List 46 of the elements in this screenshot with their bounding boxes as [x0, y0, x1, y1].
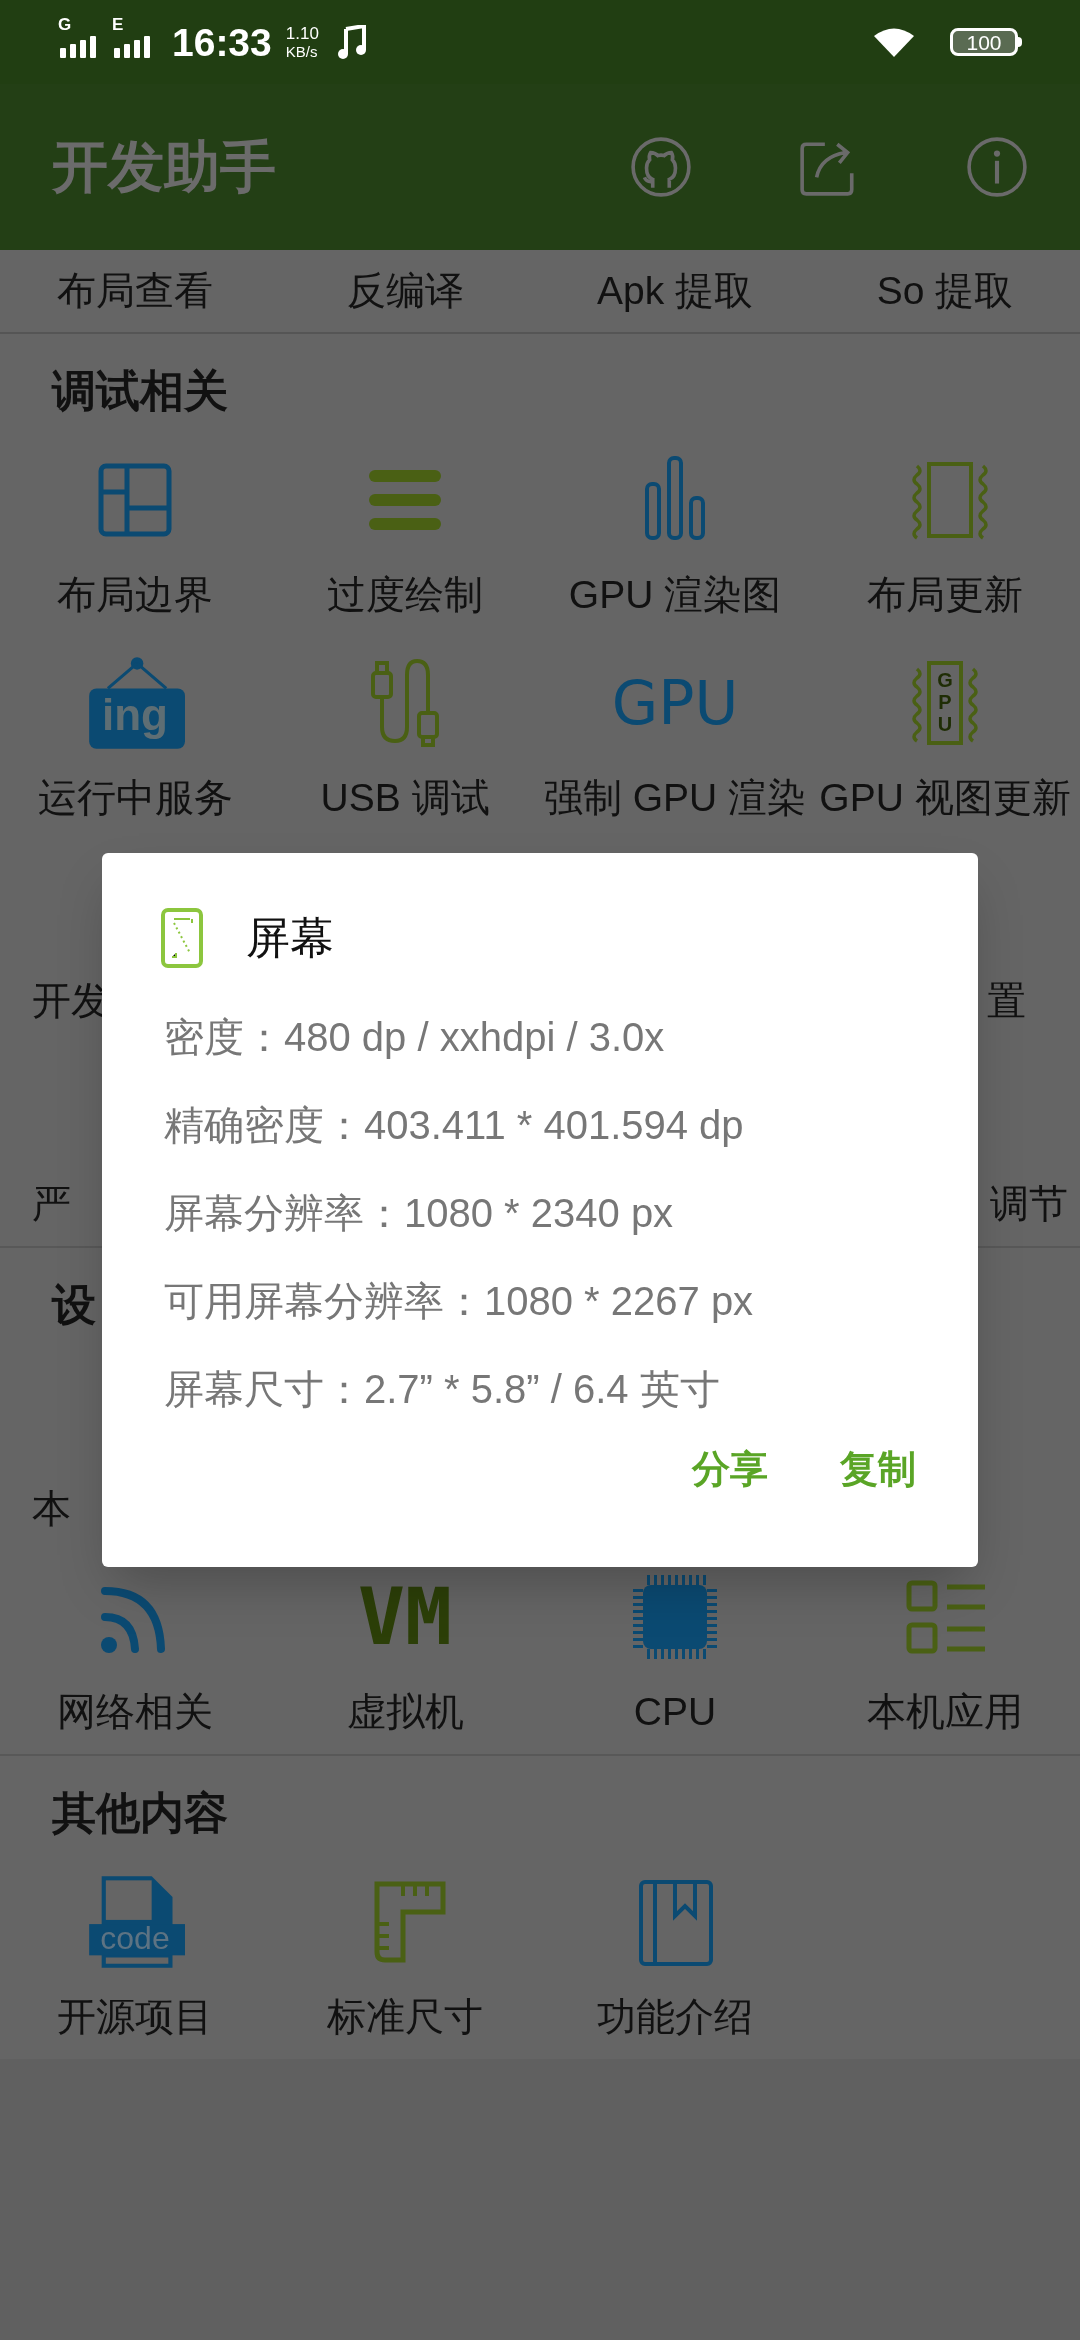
github-icon[interactable]: [630, 136, 692, 198]
section-title: 设: [52, 1279, 96, 1331]
tool-tab[interactable]: 反编译: [346, 261, 464, 321]
phone-icon: [160, 907, 204, 969]
tool-item[interactable]: CPU: [633, 1688, 717, 1736]
music-note-icon: [336, 25, 367, 59]
tool-tab[interactable]: Apk 提取: [596, 261, 753, 321]
tool-tab[interactable]: So 提取: [876, 261, 1014, 321]
info-line: 屏幕分辨率：1080 * 2340 px: [164, 1190, 675, 1237]
dialog-button[interactable]: 分享: [692, 1441, 768, 1498]
vm-icon: VM: [358, 1566, 452, 1667]
tool-item[interactable]: 布局更新: [867, 571, 1023, 619]
tool-item[interactable]: 过度绘制: [327, 571, 483, 619]
tool-item[interactable]: 功能介绍: [597, 1993, 753, 2041]
info-line: 精确密度：403.411 * 401.594 dp: [164, 1102, 745, 1149]
tool-item[interactable]: 强制 GPU 渲染: [543, 774, 807, 822]
info-icon[interactable]: [966, 136, 1028, 198]
wifi-icon: [874, 27, 914, 57]
tool-item[interactable]: 网络相关: [57, 1688, 213, 1736]
tool-item-label: 调节: [990, 1181, 1068, 1227]
dialog-button[interactable]: 复制: [840, 1441, 916, 1498]
tool-item[interactable]: 标准尺寸: [327, 1993, 483, 2041]
tool-item[interactable]: GPU 视图更新: [819, 774, 1071, 822]
network-speed-value: 1.10: [285, 25, 319, 42]
tool-item[interactable]: 布局边界: [57, 571, 213, 619]
section-title: 调试相关: [52, 365, 228, 417]
dialog-title: 屏幕: [246, 912, 334, 964]
tool-item-label: 本: [32, 1486, 71, 1532]
clock-time: 16:33: [172, 22, 272, 62]
battery-icon: 100: [950, 28, 1018, 56]
section-title: 其他内容: [52, 1787, 228, 1839]
tool-item[interactable]: 虚拟机: [346, 1688, 464, 1736]
tool-item-label: 严: [32, 1181, 71, 1227]
tool-item[interactable]: 本机应用: [867, 1688, 1023, 1736]
tool-item-label: 置: [987, 978, 1026, 1024]
network-speed-unit: KB/s: [285, 44, 319, 59]
info-line: 可用屏幕分辨率：1080 * 2267 px: [164, 1278, 755, 1325]
app-title: 开发助手: [52, 134, 277, 200]
tool-tab[interactable]: 布局查看: [57, 261, 213, 321]
tool-item[interactable]: 开源项目: [57, 1993, 213, 2041]
tool-item[interactable]: GPU 渲染图: [568, 571, 782, 619]
tool-item[interactable]: 运行中服务: [37, 774, 233, 822]
gpu-icon: GPU: [611, 652, 739, 753]
info-line: 屏幕尺寸：2.7” * 5.8” / 6.4 英寸: [164, 1366, 721, 1413]
tool-item[interactable]: USB 调试: [320, 774, 490, 822]
info-line: 密度：480 dp / xxhdpi / 3.0x: [164, 1014, 666, 1061]
